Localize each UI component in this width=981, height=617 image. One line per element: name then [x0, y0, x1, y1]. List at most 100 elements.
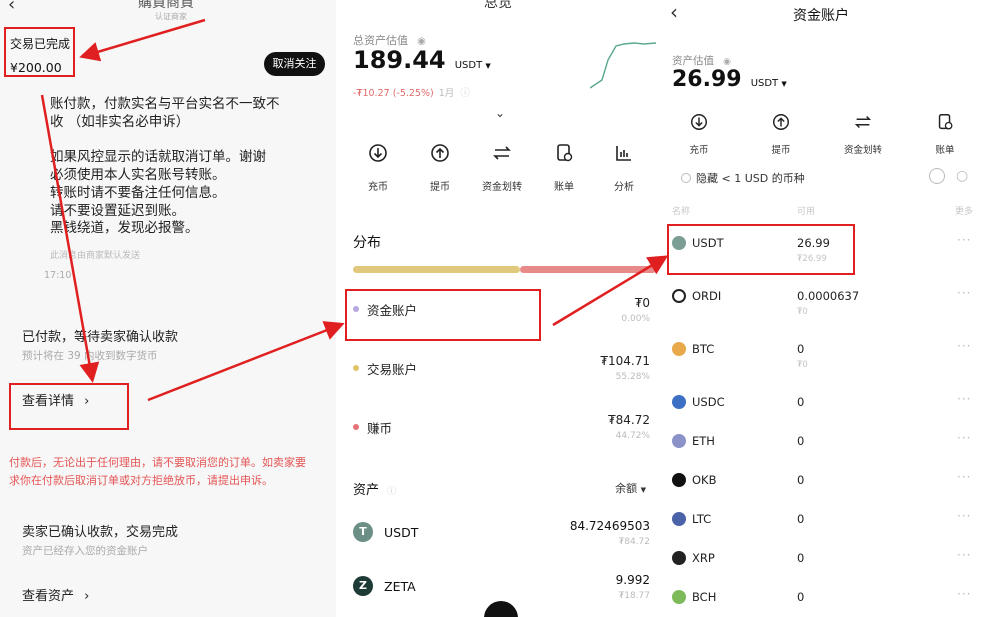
unfollow-button[interactable]: 取消关注	[264, 52, 325, 76]
more-icon[interactable]: ···	[957, 392, 971, 406]
distribution-bar-earn	[520, 266, 656, 273]
hide-small-toggle[interactable]: 隐藏 < 1 USD 的币种	[681, 170, 805, 186]
coin-symbol: LTC	[692, 512, 712, 526]
coin-symbol: BCH	[692, 590, 717, 604]
total-value-row: 189.44 USDT ▼	[353, 46, 491, 74]
annotation-box-details	[9, 383, 129, 430]
chat-line: 转账时请不要备注任何信息。	[50, 185, 226, 201]
complete-status-title: 卖家已确认收款，交易完成	[22, 525, 179, 540]
chat-line: 如果风控显示的话就取消订单。谢谢	[50, 149, 266, 165]
asset-icon-zeta: Z	[353, 576, 373, 596]
deposit-button[interactable]: 充币	[348, 142, 408, 193]
ltc-icon	[672, 512, 686, 526]
more-icon[interactable]: ···	[957, 587, 971, 601]
transfer-icon	[493, 146, 511, 160]
distribution-bar-trading	[353, 266, 520, 273]
back-icon[interactable]: ‹	[8, 0, 15, 15]
change-row: -₮10.27 (-5.25%) 1月 ⓘ	[353, 85, 470, 99]
sort-label: 余额	[615, 482, 638, 495]
trading-account-name[interactable]: 交易账户	[367, 359, 417, 378]
asset-symbol[interactable]: USDT	[384, 525, 418, 540]
search-icon[interactable]: ○	[956, 168, 968, 184]
radio-icon	[681, 173, 691, 183]
currency-selector[interactable]: USDT ▼	[455, 60, 491, 71]
withdraw-button[interactable]: 提币	[756, 112, 806, 156]
xrp-icon	[672, 551, 686, 565]
coin-symbol: ETH	[692, 434, 715, 448]
deposit-label: 充币	[689, 145, 709, 156]
usdc-icon	[672, 395, 686, 409]
more-icon[interactable]: ···	[957, 431, 971, 445]
page-title: 资金账户	[793, 8, 849, 24]
back-icon[interactable]: ‹	[670, 0, 678, 24]
merchant-verified-label: 认证商家	[155, 12, 187, 21]
floating-action-button[interactable]	[484, 601, 518, 617]
estimate-label: 资产估值	[672, 55, 714, 67]
bill-button[interactable]: 账单	[534, 142, 594, 193]
earn-account-pct: 44.72%	[615, 431, 650, 441]
funding-account-value: ₮0	[634, 296, 650, 310]
chat-line: 账付款，付款实名与平台实名不一致不	[50, 96, 280, 112]
chat-auto-note: 此消息由商家默认发送	[50, 251, 141, 261]
list-item[interactable]: XRP 0 ···	[661, 548, 981, 578]
chevron-right-icon: ›	[84, 589, 90, 604]
deposit-label: 充币	[368, 182, 388, 193]
list-item[interactable]: OKB 0 ···	[661, 470, 981, 500]
more-icon[interactable]: ···	[957, 339, 971, 353]
list-item[interactable]: USDC 0 ···	[661, 392, 981, 422]
coin-amount: 0.0000637	[797, 289, 860, 303]
warning-line: 付款后，无论出于任何理由，请不要取消您的订单。如卖家要	[9, 456, 306, 469]
annotation-box-funding	[345, 289, 541, 341]
coin-value: ₮0	[797, 307, 808, 317]
deposit-button[interactable]: 充币	[674, 112, 724, 156]
transfer-button[interactable]: 资金划转	[838, 112, 888, 156]
withdraw-button[interactable]: 提币	[410, 142, 470, 193]
eye-icon[interactable]: ◉	[723, 57, 731, 67]
earn-account-value: ₮84.72	[608, 413, 650, 427]
funding-account-pct: 0.00%	[621, 314, 650, 324]
overview-panel: 总览 总资产估值 ◉ 189.44 USDT ▼ -₮10.27 (-5.25%…	[342, 0, 656, 617]
currency-selector[interactable]: USDT ▼	[751, 78, 787, 89]
coin-symbol: XRP	[692, 551, 715, 565]
transfer-label: 资金划转	[482, 182, 522, 193]
transfer-button[interactable]: 资金划转	[472, 142, 532, 193]
list-item[interactable]: ORDI 0.0000637 ₮0 ···	[661, 286, 981, 317]
more-icon[interactable]: ···	[957, 509, 971, 523]
view-assets-link[interactable]: 查看资产 ›	[22, 585, 89, 604]
bill-button[interactable]: 账单	[920, 112, 970, 156]
asset-symbol[interactable]: ZETA	[384, 579, 416, 594]
info-icon[interactable]: ⓘ	[387, 487, 396, 497]
col-header-more: 更多	[955, 207, 974, 217]
list-item[interactable]: LTC 0 ···	[661, 509, 981, 539]
total-value-row: 26.99 USDT ▼	[672, 67, 787, 92]
trading-account-pct: 55.28%	[615, 372, 650, 382]
list-item[interactable]: BTC 0 ₮0 ···	[661, 339, 981, 370]
filter-icon[interactable]	[929, 168, 945, 184]
analysis-label: 分析	[614, 182, 634, 193]
change-value: -₮10.27 (-5.25%)	[353, 88, 434, 99]
coin-amount: 0	[797, 395, 805, 409]
page-title: 总览	[484, 0, 512, 11]
expand-chevron-icon[interactable]: ⌄	[495, 106, 505, 120]
more-icon[interactable]: ···	[957, 233, 971, 247]
withdraw-label: 提币	[430, 182, 450, 193]
more-icon[interactable]: ···	[957, 548, 971, 562]
complete-status-sub: 资产已经存入您的资金账户	[22, 545, 148, 557]
bill-icon	[938, 114, 953, 130]
info-icon[interactable]: ⓘ	[460, 88, 470, 99]
annotation-box-status	[4, 27, 75, 77]
more-icon[interactable]: ···	[957, 286, 971, 300]
list-item[interactable]: ETH 0 ···	[661, 431, 981, 461]
analysis-button[interactable]: 分析	[594, 142, 654, 193]
earn-account-name[interactable]: 赚币	[367, 418, 392, 437]
sort-selector[interactable]: 余额 ▼	[615, 480, 646, 496]
account-dot	[353, 424, 359, 430]
caret-down-icon: ▼	[781, 80, 787, 88]
paid-status-title: 已付款，等待卖家确认收款	[22, 330, 179, 345]
assets-title: 资产	[353, 483, 380, 498]
list-item[interactable]: BCH 0 ···	[661, 587, 981, 617]
order-detail-panel: ‹ 購買商資 认证商家 交易已完成 ¥200.00 取消关注 账付款，付款实名与…	[0, 0, 336, 617]
more-icon[interactable]: ···	[957, 470, 971, 484]
coin-amount: 0	[797, 551, 805, 565]
asset-amount: 84.72469503	[569, 519, 650, 533]
